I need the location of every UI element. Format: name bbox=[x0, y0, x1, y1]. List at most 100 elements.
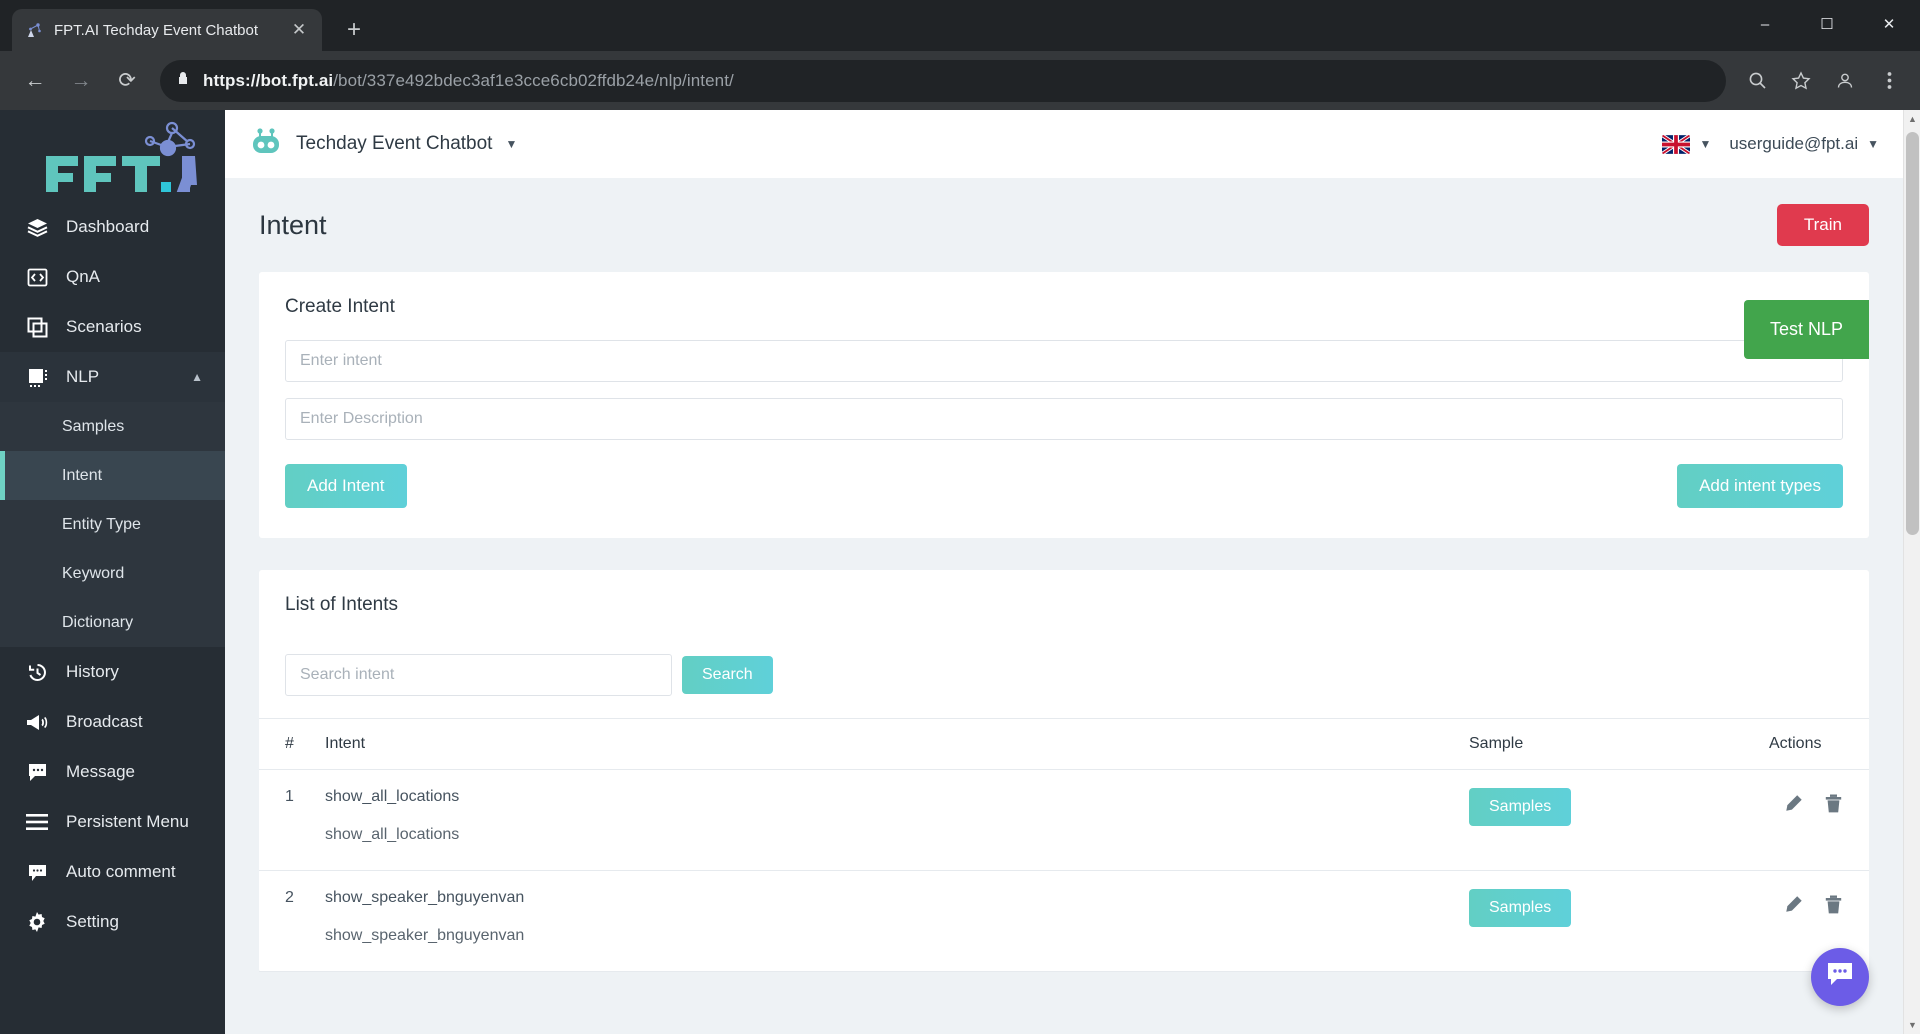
sidebar-item-message[interactable]: Message bbox=[0, 747, 225, 797]
window-close-icon[interactable]: ✕ bbox=[1858, 0, 1920, 48]
scrollbar-thumb[interactable] bbox=[1906, 132, 1919, 535]
sidebar-item-dashboard[interactable]: Dashboard bbox=[0, 202, 225, 252]
samples-button[interactable]: Samples bbox=[1469, 788, 1572, 826]
sidebar-item-qna[interactable]: QnA bbox=[0, 252, 225, 302]
intents-table-body: 1 show_all_locations show_all_locations … bbox=[259, 769, 1869, 972]
search-intent-input[interactable] bbox=[285, 654, 672, 696]
trash-icon[interactable] bbox=[1823, 893, 1843, 915]
topbar-right: ▼ userguide@fpt.ai ▼ bbox=[1662, 134, 1879, 154]
omnibox-bar: ← → ⟳ https://bot.fpt.ai/bot/337e492bdec… bbox=[0, 51, 1920, 110]
bookmark-star-icon[interactable] bbox=[1784, 64, 1818, 98]
sidebar-item-entity-type[interactable]: Entity Type bbox=[0, 500, 225, 549]
sidebar-item-broadcast[interactable]: Broadcast bbox=[0, 697, 225, 747]
row-intent-cell: show_all_locations show_all_locations bbox=[315, 769, 1459, 871]
more-menu-icon[interactable] bbox=[1872, 64, 1906, 98]
sidebar-item-label: Entity Type bbox=[62, 515, 141, 533]
table-row: 1 show_all_locations show_all_locations … bbox=[259, 769, 1869, 871]
sidebar-nlp-submenu: Samples Intent Entity Type Keyword Dicti… bbox=[0, 402, 225, 647]
sidebar-item-intent[interactable]: Intent bbox=[0, 451, 225, 500]
omnibox-actions bbox=[1740, 64, 1906, 98]
intent-description-input[interactable] bbox=[285, 398, 1843, 440]
row-intent-description: show_speaker_bnguyenvan bbox=[325, 927, 525, 944]
robot-icon bbox=[249, 127, 283, 162]
user-email-label: userguide@fpt.ai bbox=[1729, 134, 1859, 153]
chevron-down-icon: ▼ bbox=[1699, 137, 1712, 151]
browser-window: FPT.AI Techday Event Chatbot ✕ + – ☐ ✕ ←… bbox=[0, 0, 1920, 1034]
intents-table-head: # Intent Sample Actions bbox=[259, 718, 1869, 770]
row-index: 1 bbox=[259, 769, 315, 871]
row-sample-cell: Samples bbox=[1459, 870, 1759, 972]
back-arrow-icon[interactable]: ← bbox=[14, 60, 56, 102]
language-selector[interactable]: ▼ bbox=[1662, 134, 1712, 154]
window-controls: – ☐ ✕ bbox=[1734, 0, 1920, 48]
row-intent-name: show_all_locations bbox=[325, 788, 460, 805]
hamburger-lines-icon bbox=[24, 813, 50, 831]
sidebar-item-label: Dashboard bbox=[66, 217, 150, 236]
create-intent-title: Create Intent bbox=[285, 296, 395, 317]
chip-icon bbox=[24, 367, 50, 388]
zoom-search-icon[interactable] bbox=[1740, 64, 1774, 98]
row-intent-cell: show_speaker_bnguyenvan show_speaker_bng… bbox=[315, 870, 1459, 972]
intent-name-input[interactable] bbox=[285, 340, 1843, 382]
fpt-ai-logo[interactable] bbox=[0, 110, 225, 202]
close-icon[interactable]: ✕ bbox=[288, 19, 310, 41]
user-menu[interactable]: userguide@fpt.ai ▼ bbox=[1729, 134, 1879, 154]
forward-arrow-icon[interactable]: → bbox=[60, 60, 102, 102]
add-intent-button[interactable]: Add Intent bbox=[285, 464, 407, 508]
sidebar-item-setting[interactable]: Setting bbox=[0, 897, 225, 947]
trash-icon[interactable] bbox=[1823, 792, 1843, 814]
sidebar-item-label: Samples bbox=[62, 417, 125, 435]
row-index: 2 bbox=[259, 870, 315, 972]
sidebar-item-samples[interactable]: Samples bbox=[0, 402, 225, 451]
scroll-up-arrow-icon[interactable]: ▲ bbox=[1904, 110, 1920, 128]
minimize-icon[interactable]: – bbox=[1734, 0, 1796, 48]
page-scrollbar[interactable]: ▲ ▼ bbox=[1903, 110, 1920, 1034]
url-bar[interactable]: https://bot.fpt.ai/bot/337e492bdec3af1e3… bbox=[160, 59, 1726, 102]
page-header: Intent Train bbox=[225, 178, 1903, 260]
uk-flag-icon bbox=[1662, 134, 1691, 154]
lock-icon bbox=[176, 70, 190, 91]
sidebar-item-dictionary[interactable]: Dictionary bbox=[0, 598, 225, 647]
sidebar-item-nlp[interactable]: NLP ▲ bbox=[0, 352, 225, 402]
bot-selector[interactable]: Techday Event Chatbot ▼ bbox=[249, 127, 517, 162]
search-button[interactable]: Search bbox=[682, 656, 773, 694]
row-intent-description: show_all_locations bbox=[325, 826, 460, 843]
bot-name-label: Techday Event Chatbot bbox=[296, 133, 493, 154]
profile-people-icon[interactable] bbox=[1828, 64, 1862, 98]
sidebar-item-keyword[interactable]: Keyword bbox=[0, 549, 225, 598]
maximize-icon[interactable]: ☐ bbox=[1796, 0, 1858, 48]
row-action-icons bbox=[1769, 788, 1843, 814]
column-header-num: # bbox=[259, 718, 315, 770]
scroll-down-arrow-icon[interactable]: ▼ bbox=[1904, 1016, 1920, 1034]
sidebar-item-label: QnA bbox=[66, 267, 101, 286]
column-header-actions: Actions bbox=[1759, 718, 1869, 770]
sidebar-item-label: Message bbox=[66, 762, 135, 781]
chevron-down-icon: ▼ bbox=[1867, 137, 1879, 151]
sidebar-item-history[interactable]: History bbox=[0, 647, 225, 697]
sidebar-item-scenarios[interactable]: Scenarios bbox=[0, 302, 225, 352]
sidebar-item-label: History bbox=[66, 662, 119, 681]
pencil-icon[interactable] bbox=[1783, 893, 1803, 915]
chat-dots-icon bbox=[1826, 962, 1854, 993]
pencil-icon[interactable] bbox=[1783, 792, 1803, 814]
column-header-sample: Sample bbox=[1459, 718, 1759, 770]
sidebar-item-label: Dictionary bbox=[62, 613, 134, 631]
new-tab-button[interactable]: + bbox=[336, 12, 372, 48]
samples-button[interactable]: Samples bbox=[1469, 889, 1572, 927]
test-nlp-tab[interactable]: Test NLP bbox=[1743, 300, 1869, 359]
chat-widget-button[interactable] bbox=[1811, 948, 1869, 1006]
reload-icon[interactable]: ⟳ bbox=[106, 60, 148, 102]
train-button[interactable]: Train bbox=[1776, 204, 1869, 246]
sidebar-item-label: Setting bbox=[66, 912, 119, 931]
app-topbar: Techday Event Chatbot ▼ ▼ userguide@fpt.… bbox=[225, 110, 1903, 178]
add-intent-types-button[interactable]: Add intent types bbox=[1677, 464, 1843, 508]
row-intent-name: show_speaker_bnguyenvan bbox=[325, 889, 525, 906]
comment-bubble-icon bbox=[24, 862, 50, 883]
sidebar-item-label: Keyword bbox=[62, 564, 125, 582]
sidebar-item-persistent-menu[interactable]: Persistent Menu bbox=[0, 797, 225, 847]
create-intent-body: Add Intent Add intent types bbox=[259, 324, 1869, 538]
create-intent-actions: Add Intent Add intent types bbox=[285, 464, 1843, 508]
browser-tab[interactable]: FPT.AI Techday Event Chatbot ✕ bbox=[12, 9, 322, 51]
page-viewport: Dashboard QnA Scenarios NLP ▲ Samples In… bbox=[0, 110, 1920, 1034]
sidebar-item-auto-comment[interactable]: Auto comment bbox=[0, 847, 225, 897]
